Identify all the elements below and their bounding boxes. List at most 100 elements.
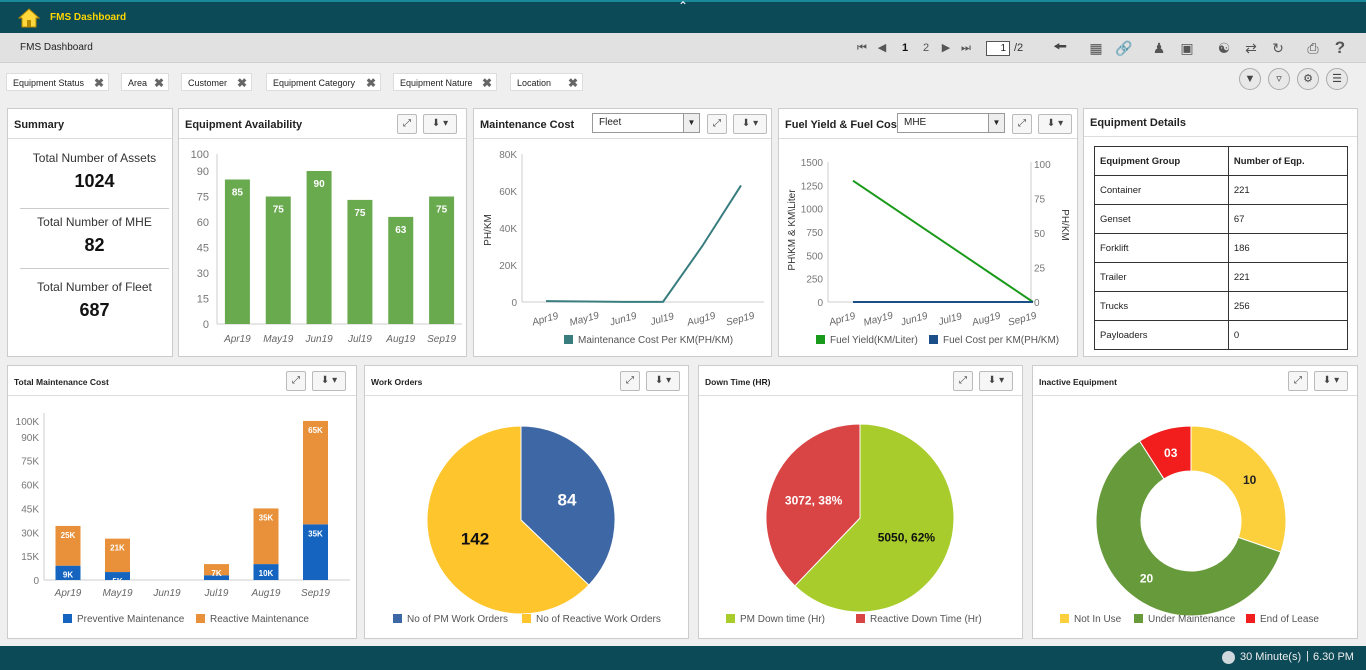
total-maint-title: Total Maintenance Cost	[14, 377, 109, 387]
expand-icon[interactable]: ⤢	[1288, 371, 1308, 391]
data-label: 75	[436, 205, 448, 216]
work-orders-header: Work Orders ⤢ ⬇ ▾	[365, 366, 688, 396]
remove-filter-icon[interactable]: ✖	[94, 76, 104, 90]
x-tick-label: May19	[862, 310, 894, 329]
first-page-icon[interactable]: ⏮	[855, 39, 869, 57]
remove-filter-icon[interactable]: ✖	[237, 76, 247, 90]
image-icon[interactable]: ▣	[1178, 39, 1196, 57]
stacked-bar-segment	[303, 420, 328, 525]
refresh-icon[interactable]: ↻	[1269, 39, 1287, 57]
data-label: 75	[354, 208, 366, 219]
breadcrumb: FMS Dashboard	[20, 42, 93, 53]
database-icon[interactable]: ☰	[1326, 68, 1348, 90]
summary-fleet-value: 687	[79, 300, 110, 320]
expand-icon[interactable]: ⤢	[286, 371, 306, 391]
link-icon[interactable]: 🔗	[1115, 39, 1133, 57]
app-title: FMS Dashboard	[50, 12, 127, 23]
next-page-icon[interactable]: ▶	[940, 39, 952, 57]
download-icon[interactable]: ⬇ ▾	[1314, 371, 1348, 391]
filter-bar: Equipment Status ✖ Area ✖ Customer ✖ Equipm…	[0, 64, 1366, 102]
table-cell: Forklift	[1094, 233, 1229, 263]
y2-tick-label: 50	[1034, 229, 1046, 240]
download-icon[interactable]: ⬇ ▾	[312, 371, 346, 391]
fuel-header: Fuel Yield & Fuel Cost MHE ▼ ⤢ ⬇ ▾	[779, 109, 1077, 139]
print-icon[interactable]: ⎙	[1304, 39, 1322, 57]
inactive-equipment-chart: 10 20 03 Not In Use Under Maintenance End of …	[1060, 425, 1319, 625]
filter-chip-customer[interactable]: Customer ✖	[181, 73, 252, 91]
filter-chip-equipment-nature[interactable]: Equipment Nature ✖	[393, 73, 497, 91]
x-tick-label: Sep19	[301, 588, 330, 599]
legend-label: Not In Use	[1074, 614, 1122, 625]
page-link-1[interactable]: 1	[898, 39, 912, 57]
help-icon[interactable]: ?	[1331, 39, 1349, 57]
expand-filters-icon[interactable]: ▼	[1239, 68, 1261, 90]
remove-filter-icon[interactable]: ✖	[482, 76, 492, 90]
table-cell: Payloaders	[1094, 320, 1229, 350]
x-tick-label: Apr19	[223, 334, 251, 345]
y-tick-label: 0	[511, 298, 517, 309]
chevron-down-icon[interactable]: ▼	[683, 114, 699, 132]
details-header: Equipment Details	[1084, 109, 1357, 137]
expand-icon[interactable]: ⤢	[707, 114, 727, 134]
user-settings-icon[interactable]: ♟	[1150, 39, 1168, 57]
expand-icon[interactable]: ⤢	[620, 371, 640, 391]
fuel-title: Fuel Yield & Fuel Cost	[785, 119, 901, 131]
remove-filter-icon[interactable]: ✖	[154, 76, 164, 90]
remove-filter-icon[interactable]: ✖	[366, 76, 376, 90]
maintenance-cost-panel: Maintenance Cost Fleet ▼ ⤢ ⬇ ▾ 0 20K 40K 60K…	[473, 108, 772, 357]
back-arrow-icon[interactable]: 🠘	[1050, 39, 1070, 57]
legend-label: No of PM Work Orders	[407, 614, 508, 625]
availability-header: Equipment Availability ⤢ ⬇ ▾	[179, 109, 466, 139]
table-row: Genset 67	[1094, 204, 1349, 234]
fuel-type-select[interactable]: MHE ▼	[897, 113, 1005, 133]
maintenance-type-select[interactable]: Fleet ▼	[592, 113, 700, 133]
grid-view-icon[interactable]: ▦	[1087, 39, 1105, 57]
legend-label: Preventive Maintenance	[77, 614, 185, 625]
x-tick-label: Jul19	[347, 334, 372, 345]
page-link-2[interactable]: 2	[919, 39, 933, 57]
filter-chip-location[interactable]: Location ✖	[510, 73, 583, 91]
filter-chip-area[interactable]: Area ✖	[121, 73, 169, 91]
legend-label: End of Lease	[1260, 614, 1319, 625]
home-icon[interactable]	[18, 8, 40, 28]
series-line	[545, 184, 742, 303]
collapse-header-icon[interactable]: ⌃	[672, 0, 694, 14]
download-icon[interactable]: ⬇ ▾	[733, 114, 767, 134]
download-icon[interactable]: ⬇ ▾	[423, 114, 457, 134]
slice-label: 10	[1243, 473, 1257, 487]
fuel-yield-chart: 0 250 500 750 1000 1250 1500 0 25 50 75 100 PH\KM & …	[787, 158, 1070, 346]
prev-page-icon[interactable]: ◀	[876, 39, 888, 57]
status-time: 6.30 PM	[1313, 651, 1354, 663]
download-icon[interactable]: ⬇ ▾	[979, 371, 1013, 391]
availability-title: Equipment Availability	[185, 119, 303, 131]
y-tick-label: 0	[33, 576, 39, 587]
expand-icon[interactable]: ⤢	[953, 371, 973, 391]
remove-filter-icon[interactable]: ✖	[568, 76, 578, 90]
data-label: 21K	[110, 544, 125, 553]
last-page-icon[interactable]: ⏭	[959, 39, 973, 57]
summary-title: Summary	[14, 119, 65, 131]
y-tick-label: 15	[197, 294, 209, 306]
table-cell: 67	[1227, 204, 1349, 234]
y2-tick-label: 0	[1034, 298, 1040, 309]
y-tick-label: 30K	[21, 528, 39, 539]
x-tick-label: Apr19	[530, 311, 560, 329]
expand-icon[interactable]: ⤢	[397, 114, 417, 134]
download-icon[interactable]: ⬇ ▾	[1038, 114, 1072, 134]
expand-icon[interactable]: ⤢	[1012, 114, 1032, 134]
y2-tick-label: 100	[1034, 160, 1051, 171]
filter-chip-equipment-category[interactable]: Equipment Category ✖	[266, 73, 381, 91]
filter-settings-icon[interactable]: ⚙	[1297, 68, 1319, 90]
chevron-down-icon[interactable]: ▼	[988, 114, 1004, 132]
data-label: 7K	[211, 569, 221, 578]
filter-icon[interactable]: ▿	[1268, 68, 1290, 90]
refresh-interval[interactable]: 30 Minute(s)	[1240, 651, 1301, 663]
hierarchy-icon[interactable]: ☯	[1215, 39, 1233, 57]
filter-chip-equipment-status[interactable]: Equipment Status ✖	[6, 73, 109, 91]
shuffle-icon[interactable]: ⇄	[1242, 39, 1260, 57]
download-icon[interactable]: ⬇ ▾	[646, 371, 680, 391]
data-label: 75	[273, 205, 285, 216]
down-time-chart: 5050, 62% 3072, 38% PM Down time (Hr) React…	[726, 423, 982, 625]
page-input[interactable]: 1	[986, 41, 1010, 56]
x-tick-label: Sep19	[725, 310, 756, 328]
